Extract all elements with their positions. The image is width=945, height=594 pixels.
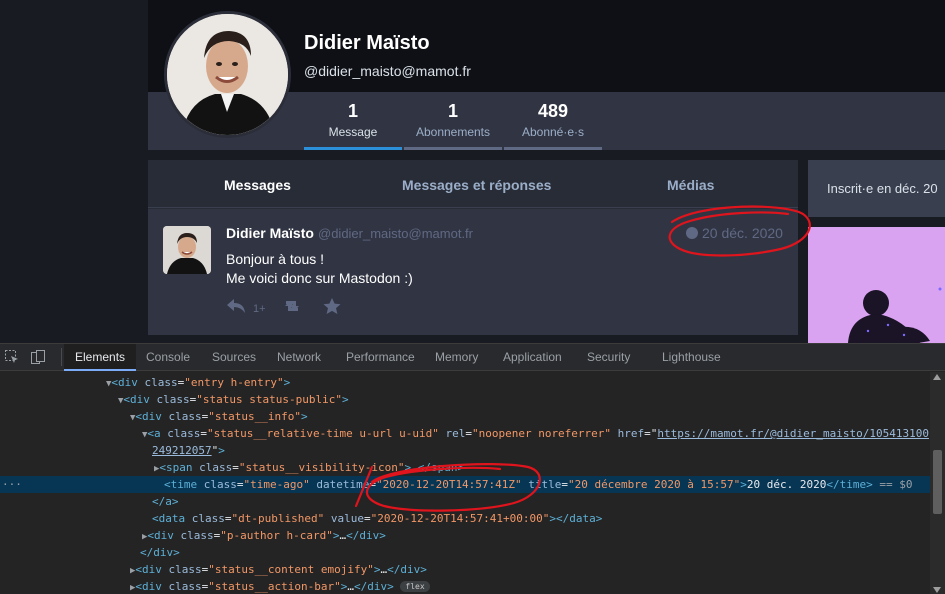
status-author-name[interactable]: Didier Maïsto: [226, 225, 314, 241]
collapse-triangle-icon[interactable]: ▶: [0, 464, 159, 474]
expand-triangle-icon[interactable]: ▼: [0, 413, 135, 423]
counter-messages[interactable]: 1 Message: [304, 92, 402, 150]
collapse-triangle-icon[interactable]: ▶: [0, 583, 135, 593]
status-content-line: Me voici donc sur Mastodon :): [226, 270, 413, 286]
dom-node-action-bar[interactable]: ▶<div class="status__action-bar">…</div>…: [0, 578, 930, 594]
favourite-icon[interactable]: [322, 297, 342, 320]
inspect-element-icon[interactable]: [4, 349, 20, 365]
dom-node-dt-published[interactable]: <data class="dt-published" value="2020-1…: [0, 510, 930, 527]
scroll-thumb[interactable]: [933, 450, 942, 514]
dom-node-entry[interactable]: ▼<div class="entry h-entry">: [0, 374, 930, 391]
status-content-line: Bonjour à tous !: [226, 251, 325, 267]
device-toolbar-icon[interactable]: [30, 349, 46, 365]
counter-underline: [304, 147, 402, 150]
mascot-illustration: [808, 227, 945, 343]
profile-display-name: Didier Maïsto: [304, 32, 430, 54]
status-relative-time[interactable]: 20 déc. 2020: [686, 225, 783, 241]
counter-underline: [504, 147, 602, 150]
status-content: Bonjour à tous ! Me voici donc sur Masto…: [226, 250, 413, 288]
toolbar-divider: [61, 348, 62, 366]
collapse-triangle-icon[interactable]: ▶: [0, 532, 147, 542]
joined-info-card: Inscrit·e en déc. 20: [808, 160, 945, 217]
expand-triangle-icon[interactable]: ▼: [0, 379, 111, 389]
status-time-text: 20 déc. 2020: [702, 225, 783, 241]
tab-network[interactable]: Network: [266, 344, 332, 371]
counter-following[interactable]: 1 Abonnements: [404, 92, 502, 150]
account-timeline: Messages Messages et réponses Médias Did…: [148, 160, 798, 335]
tab-messages[interactable]: Messages: [224, 177, 291, 193]
timeline-tabs: Messages Messages et réponses Médias: [148, 160, 798, 208]
dom-node-time-selected[interactable]: ··· <time class="time-ago" datetime="2020…: [0, 476, 930, 493]
counter-value: 1: [447, 101, 458, 121]
flex-badge[interactable]: flex: [400, 581, 430, 592]
tab-media[interactable]: Médias: [667, 177, 714, 193]
node-dots[interactable]: ···: [2, 476, 22, 493]
reply-icon[interactable]: [226, 297, 246, 320]
dom-node-href-continued: 249212057">: [152, 444, 225, 457]
tab-elements[interactable]: Elements: [64, 344, 137, 371]
href-link[interactable]: https://mamot.fr/@didier_maisto/10541310…: [657, 427, 929, 440]
status-avatar-photo: [163, 226, 211, 274]
screenshot-root: Didier Maïsto @didier_maisto@mamot.fr 1 …: [0, 0, 945, 594]
tab-sources[interactable]: Sources: [201, 344, 267, 371]
status-card[interactable]: Didier Maïsto @didier_maisto@mamot.fr 20…: [148, 209, 798, 335]
profile-avatar-photo: [167, 14, 288, 135]
dom-node-relative-time-link[interactable]: ▼<a class="status__relative-time u-url u…: [0, 425, 930, 442]
globe-icon: [686, 227, 698, 239]
dom-node-author[interactable]: ▶<div class="p-author h-card">…</div>: [0, 527, 930, 544]
profile-acct: @didier_maisto@mamot.fr: [304, 63, 471, 79]
scroll-down-arrow-icon[interactable]: [933, 587, 941, 593]
sidebar-illustration: [808, 227, 945, 343]
counter-value: 1: [347, 101, 358, 121]
profile-avatar[interactable]: [164, 11, 291, 138]
status-avatar[interactable]: [163, 226, 211, 274]
counter-label: Abonnements: [415, 125, 491, 139]
reply-count: 1+: [253, 303, 266, 315]
tab-application[interactable]: Application: [492, 344, 573, 371]
profile-header: Didier Maïsto @didier_maisto@mamot.fr 1 …: [148, 0, 945, 150]
devtools-toolbar: Elements Console Sources Network Perform…: [0, 344, 945, 371]
expand-triangle-icon[interactable]: ▼: [0, 396, 123, 406]
datetime-attribute: "2020-12-20T14:57:41Z": [375, 478, 522, 491]
counter-label: Abonné·e·s: [521, 125, 585, 139]
dom-node-a-close[interactable]: </a>: [0, 493, 930, 510]
boost-icon[interactable]: [282, 297, 302, 320]
tab-performance[interactable]: Performance: [335, 344, 426, 371]
tab-console[interactable]: Console: [135, 344, 201, 371]
tab-memory[interactable]: Memory: [424, 344, 489, 371]
dom-scrollbar[interactable]: [930, 372, 945, 594]
counter-followers[interactable]: 489 Abonné·e·s: [504, 92, 602, 150]
collapse-triangle-icon[interactable]: ▶: [0, 566, 135, 576]
dom-node-status-info[interactable]: ▼<div class="status__info">: [0, 408, 930, 425]
tab-messages-and-replies[interactable]: Messages et réponses: [402, 177, 551, 193]
counter-label: Message: [328, 125, 378, 139]
expand-triangle-icon[interactable]: ▼: [0, 430, 147, 440]
devtools-panel: Elements Console Sources Network Perform…: [0, 343, 945, 594]
tab-lighthouse[interactable]: Lighthouse: [651, 344, 732, 371]
joined-date: Inscrit·e en déc. 20: [827, 181, 938, 196]
tab-security[interactable]: Security: [576, 344, 641, 371]
status-author-acct[interactable]: @didier_maisto@mamot.fr: [318, 226, 473, 241]
counter-underline: [404, 147, 502, 150]
dom-node-div-close[interactable]: </div>: [0, 544, 930, 561]
mastodon-page: Didier Maïsto @didier_maisto@mamot.fr 1 …: [0, 0, 945, 343]
dom-node-status[interactable]: ▼<div class="status status-public">: [0, 391, 930, 408]
dom-tree: ▼<div class="entry h-entry"> ▼<div class…: [0, 372, 930, 594]
dom-node-status-content[interactable]: ▶<div class="status__content emojify">…<…: [0, 561, 930, 578]
counter-value: 489: [537, 101, 569, 121]
href-link-continued[interactable]: 249212057: [152, 444, 212, 457]
scroll-up-arrow-icon[interactable]: [933, 374, 941, 380]
dom-node-visibility-icon[interactable]: ▶<span class="status__visibility-icon">……: [0, 459, 930, 476]
